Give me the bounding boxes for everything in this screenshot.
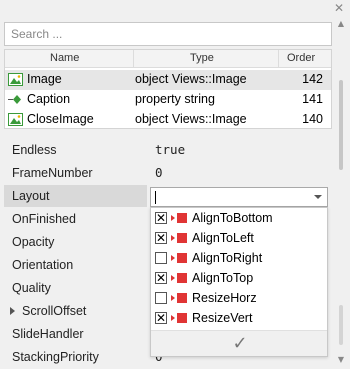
property-value[interactable]: 0 bbox=[155, 165, 163, 180]
table-row[interactable]: CloseImage object Views::Image 140 bbox=[5, 110, 331, 128]
close-icon[interactable]: ✕ bbox=[332, 0, 346, 16]
layout-dropdown-list: ✕ AlignToBottom ✕ AlignToLeft AlignToRig… bbox=[150, 207, 328, 357]
diamond-icon bbox=[8, 95, 21, 104]
row-type: object Views::Image bbox=[135, 112, 247, 126]
row-name: Image bbox=[27, 72, 62, 86]
table-row[interactable]: Caption property string 141 bbox=[5, 90, 331, 110]
checkbox-unchecked[interactable] bbox=[155, 292, 167, 304]
dropdown-option[interactable]: ✕ ResizeVert bbox=[151, 308, 327, 328]
row-order: 140 bbox=[302, 112, 323, 126]
property-value[interactable]: true bbox=[155, 142, 185, 157]
flag-square-icon bbox=[177, 293, 187, 303]
property-name: Endless bbox=[12, 143, 57, 157]
property-name: SlideHandler bbox=[12, 327, 84, 341]
checkbox-checked[interactable]: ✕ bbox=[155, 212, 167, 224]
column-header-name[interactable]: Name bbox=[50, 52, 79, 64]
layout-combobox[interactable] bbox=[150, 187, 328, 207]
row-name: CloseImage bbox=[27, 112, 94, 126]
checkmark-icon[interactable]: ✓ bbox=[230, 334, 250, 354]
flag-square-icon bbox=[177, 233, 187, 243]
property-name: FrameNumber bbox=[12, 166, 93, 180]
flag-arrow-icon bbox=[171, 235, 175, 241]
expand-arrow-icon[interactable] bbox=[10, 307, 15, 315]
row-order: 142 bbox=[302, 72, 323, 86]
row-name: Caption bbox=[27, 92, 71, 106]
chevron-down-icon[interactable] bbox=[314, 195, 322, 199]
image-icon bbox=[8, 73, 23, 86]
row-order: 141 bbox=[302, 92, 323, 106]
column-header-type[interactable]: Type bbox=[190, 52, 214, 64]
scrollbar-thumb[interactable] bbox=[339, 80, 343, 170]
checkbox-unchecked[interactable] bbox=[155, 252, 167, 264]
column-separator[interactable] bbox=[278, 50, 279, 68]
column-header-order[interactable]: Order bbox=[287, 52, 315, 64]
option-label: ResizeVert bbox=[192, 311, 253, 325]
option-label: AlignToLeft bbox=[192, 231, 254, 245]
members-table: Name Type Order Image object Views::Imag… bbox=[4, 49, 332, 129]
dropdown-option[interactable]: ResizeHorz bbox=[151, 288, 327, 308]
table-header: Name Type Order bbox=[5, 50, 331, 68]
dropdown-option[interactable]: ✕ AlignToTop bbox=[151, 268, 327, 288]
property-row[interactable]: FrameNumber 0 bbox=[0, 162, 335, 184]
dropdown-footer: ✓ bbox=[151, 330, 327, 356]
flag-square-icon bbox=[177, 253, 187, 263]
scrollbar-thumb[interactable] bbox=[339, 305, 343, 345]
option-label: AlignToBottom bbox=[192, 211, 273, 225]
vertical-scrollbar[interactable]: ▲ ▼ bbox=[336, 20, 346, 365]
panel-header: ✕ bbox=[0, 0, 350, 20]
flag-arrow-icon bbox=[171, 215, 175, 221]
flag-arrow-icon bbox=[171, 275, 175, 281]
property-name: Layout bbox=[12, 189, 50, 203]
property-name: Quality bbox=[12, 281, 51, 295]
checkbox-checked[interactable]: ✕ bbox=[155, 272, 167, 284]
flag-arrow-icon bbox=[171, 255, 175, 261]
text-caret bbox=[155, 191, 156, 204]
column-separator[interactable] bbox=[133, 50, 134, 68]
property-name: Opacity bbox=[12, 235, 55, 249]
scroll-up-icon[interactable]: ▲ bbox=[337, 20, 345, 28]
property-name: OnFinished bbox=[12, 212, 76, 226]
property-name: StackingPriority bbox=[12, 350, 99, 364]
option-label: ResizeHorz bbox=[192, 291, 257, 305]
flag-arrow-icon bbox=[171, 315, 175, 321]
option-label: AlignToRight bbox=[192, 251, 263, 265]
property-name: Orientation bbox=[12, 258, 74, 272]
table-row[interactable]: Image object Views::Image 142 bbox=[5, 70, 331, 90]
flag-square-icon bbox=[177, 273, 187, 283]
option-label: AlignToTop bbox=[192, 271, 254, 285]
property-name: ScrollOffset bbox=[22, 304, 87, 318]
dropdown-option[interactable]: ✕ AlignToBottom bbox=[151, 208, 327, 228]
image-icon bbox=[8, 113, 23, 126]
flag-arrow-icon bbox=[171, 295, 175, 301]
dropdown-option[interactable]: AlignToRight bbox=[151, 248, 327, 268]
scroll-down-icon[interactable]: ▼ bbox=[337, 356, 345, 364]
property-row[interactable]: Endless true bbox=[0, 139, 335, 161]
search-input[interactable] bbox=[4, 22, 332, 46]
flag-square-icon bbox=[177, 213, 187, 223]
checkbox-checked[interactable]: ✕ bbox=[155, 312, 167, 324]
dropdown-option[interactable]: ✕ AlignToLeft bbox=[151, 228, 327, 248]
checkbox-checked[interactable]: ✕ bbox=[155, 232, 167, 244]
flag-square-icon bbox=[177, 313, 187, 323]
row-type: object Views::Image bbox=[135, 72, 247, 86]
row-type: property string bbox=[135, 92, 215, 106]
